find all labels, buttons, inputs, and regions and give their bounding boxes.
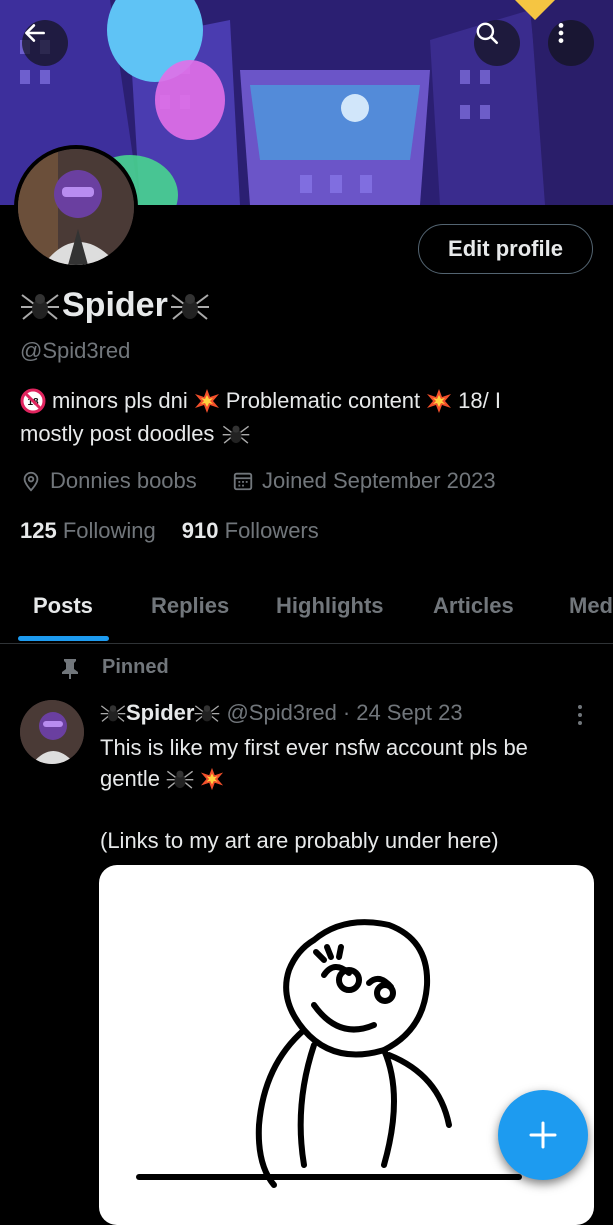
spider-emoji-icon <box>195 705 220 722</box>
tab-posts[interactable]: Posts <box>33 593 93 619</box>
location-pin-icon <box>23 471 39 492</box>
post-more-button[interactable] <box>570 702 590 733</box>
profile-joined: Joined September 2023 <box>232 468 496 494</box>
bio-text-4: mostly post doodles <box>20 421 215 446</box>
profile-name: Spider <box>20 286 210 325</box>
avatar-image <box>18 149 134 265</box>
following-link[interactable]: 125 Following <box>20 518 156 544</box>
tab-highlights[interactable]: Highlights <box>276 593 384 619</box>
post-text-line1: This is like my first ever nsfw account … <box>100 735 528 760</box>
spider-emoji-icon <box>223 425 250 444</box>
following-count: 125 <box>20 518 57 543</box>
compose-button[interactable] <box>498 1090 588 1180</box>
no-under-18-icon: 18 <box>20 388 46 413</box>
spider-emoji-icon <box>166 770 194 789</box>
more-options-button[interactable] <box>548 20 594 66</box>
followers-label: Followers <box>224 518 319 543</box>
more-vertical-icon <box>558 23 564 43</box>
post-text-line3: (Links to my art are probably under here… <box>100 828 499 853</box>
profile-name-text: Spider <box>62 286 168 324</box>
profile-location: Donnies boobs <box>20 468 197 494</box>
profile-avatar[interactable] <box>14 145 138 269</box>
joined-text: Joined September 2023 <box>262 468 496 493</box>
tab-replies[interactable]: Replies <box>151 593 229 619</box>
collision-icon <box>194 388 219 413</box>
tab-articles[interactable]: Articles <box>433 593 514 619</box>
avatar-image <box>20 700 84 764</box>
bio-text-2: Problematic content <box>225 388 421 413</box>
follow-counts: 125 Following 910 Followers <box>20 518 319 544</box>
profile-bio: 18 minors pls dni Problematic content 18… <box>20 384 580 450</box>
search-button[interactable] <box>474 20 520 66</box>
pinned-label: Pinned <box>60 656 169 679</box>
plus-icon <box>529 1121 557 1149</box>
edit-profile-button[interactable]: Edit profile <box>418 224 593 274</box>
followers-count: 910 <box>181 518 219 543</box>
post-separator: · <box>342 700 351 725</box>
profile-handle: @Spid3red <box>20 338 131 363</box>
collision-icon <box>427 388 452 413</box>
bio-text-3: 18/ I <box>458 388 501 413</box>
post-text-line2: gentle <box>100 766 160 791</box>
post-author-handle[interactable]: @Spid3red <box>226 700 336 726</box>
post-avatar[interactable] <box>20 700 84 764</box>
arrow-left-icon <box>25 24 45 42</box>
search-icon <box>476 22 499 45</box>
pinned-text: Pinned <box>102 656 169 678</box>
pin-icon <box>62 658 78 679</box>
calendar-icon <box>233 472 253 491</box>
spider-emoji-icon <box>21 293 59 320</box>
followers-link[interactable]: 910 Followers <box>182 518 319 544</box>
more-vertical-icon <box>578 705 582 725</box>
back-button[interactable] <box>22 20 68 66</box>
spider-emoji-icon <box>100 705 126 722</box>
post-date[interactable]: 24 Sept 23 <box>356 700 462 726</box>
bio-text-1: minors pls dni <box>52 388 188 413</box>
post-body: This is like my first ever nsfw account … <box>100 732 595 856</box>
post-author-name[interactable]: Spider <box>126 700 194 726</box>
active-tab-indicator <box>18 636 109 641</box>
following-label: Following <box>62 518 156 543</box>
post-header: Spider @Spid3red · 24 Sept 23 <box>100 700 463 726</box>
location-text: Donnies boobs <box>50 468 197 493</box>
collision-icon <box>200 767 224 790</box>
spider-emoji-icon <box>170 293 209 320</box>
tab-media[interactable]: Med <box>569 593 613 619</box>
